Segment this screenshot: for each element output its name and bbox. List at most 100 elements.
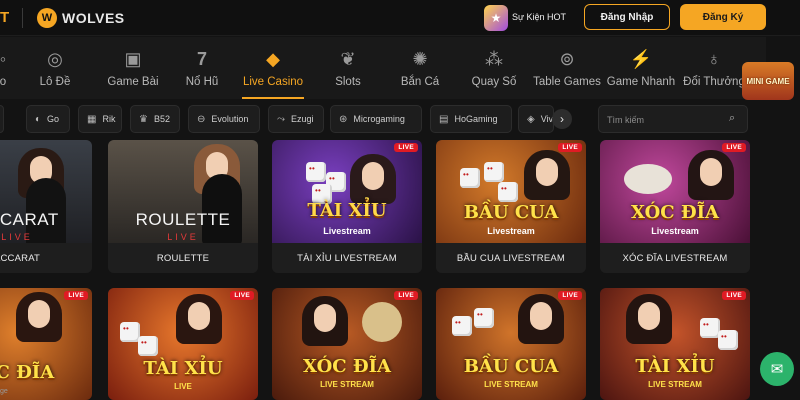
category-label: Bắn Cá [400, 76, 440, 88]
dealer-face [700, 158, 722, 186]
search-box: ⌕ [598, 105, 748, 133]
game-thumbnail: XÓC ĐĨA LIVE STREAM LIVE [272, 288, 422, 400]
provider-partial[interactable] [0, 105, 4, 133]
game-card-bau-cua-livestream[interactable]: BẦU CUA Livestream LIVE BẦU CUA LIVESTRE… [436, 140, 586, 273]
category-no-hu[interactable]: 7 Nổ Hũ [180, 37, 224, 99]
category-label: Quay Số [471, 76, 517, 88]
provider-label: B52 [153, 114, 170, 124]
register-button[interactable]: Đăng Ký [680, 4, 766, 30]
dice-icon [138, 336, 158, 356]
provider-microgaming[interactable]: ⊛ Microgaming [330, 105, 422, 133]
dice-icon [306, 162, 326, 182]
dice-icon [484, 162, 504, 182]
evolution-logo-icon: ⊖ [197, 113, 206, 125]
ezugi-logo-icon: ⤳ [277, 113, 285, 125]
dealer-face [638, 302, 660, 330]
live-badge: LIVE [722, 143, 746, 152]
thumb-subtitle: Livestream [323, 226, 371, 236]
category-game-bai[interactable]: ▣ Game Bài [98, 37, 168, 99]
brand-partial-logo[interactable]: T [0, 9, 9, 26]
search-icon[interactable]: ⌕ [729, 112, 735, 125]
category-partial[interactable]: ◦ o [0, 37, 8, 99]
game-title: ACCARAT [0, 243, 92, 273]
provider-rik[interactable]: ▦ Rik [78, 105, 122, 133]
live-badge: LIVE [230, 291, 254, 300]
chat-support-button[interactable]: ✉ [760, 352, 794, 386]
wolves-logo-icon[interactable]: W [37, 8, 57, 28]
chevron-right-icon: › [560, 112, 564, 126]
category-slots[interactable]: ❦ Slots [330, 37, 366, 99]
game-title: XÓC ĐĨA LIVESTREAM [600, 243, 750, 273]
game-card-tai-xiu-live-stream[interactable]: TÀI XỈU LIVE STREAM LIVE [600, 288, 750, 400]
money-bag-icon: ♁ [707, 49, 721, 69]
game-thumbnail: XÓC ĐĨA Livestream LIVE [600, 140, 750, 243]
provider-label: Go [47, 114, 60, 124]
cards-icon: ▣ [124, 49, 142, 69]
game-card-tai-xiu-livestream[interactable]: TÀI XỈU Livestream LIVE TÀI XỈU LIVESTRE… [272, 140, 422, 273]
game-thumbnail: TÀI XỈU Livestream LIVE [272, 140, 422, 243]
game-card-roulette[interactable]: ROULETTE LIVE ROULETTE [108, 140, 258, 273]
brand-name[interactable]: WOLVES [62, 10, 125, 26]
category-game-nhanh[interactable]: ⚡ Game Nhanh [606, 37, 676, 99]
dealer-face [536, 158, 558, 186]
category-nav: ◦ o ◎ Lô Đề ▣ Game Bài 7 Nổ Hũ ◆ Live Ca… [0, 37, 766, 99]
dealer-face [362, 162, 384, 190]
provider-label: Rik [102, 114, 116, 124]
provider-vivo[interactable]: ◈Vivo [518, 105, 554, 133]
go-logo-icon: ◐ [35, 113, 42, 125]
thumb-subtitle: LIVE STREAM [648, 380, 702, 389]
hogaming-logo-icon: ▤ [439, 113, 449, 125]
category-lo-de[interactable]: ◎ Lô Đề [30, 37, 80, 99]
dealer-face [188, 302, 210, 330]
game-thumbnail: ỐC ĐĨA LIVE [0, 288, 92, 400]
provider-evolution[interactable]: ⊖ Evolution [188, 105, 260, 133]
category-label: Slots [335, 76, 361, 88]
thumb-title: TÀI XỈU [307, 200, 387, 221]
category-label: Đổi Thưởng [683, 76, 745, 88]
hot-event-icon[interactable]: ★ [484, 5, 508, 31]
category-live-casino[interactable]: ◆ Live Casino [240, 37, 306, 99]
category-table-games[interactable]: ⊚ Table Games [532, 37, 602, 99]
plate-icon [362, 302, 402, 342]
category-doi-thuong[interactable]: ♁ Đổi Thưởng [682, 37, 746, 99]
category-label: Nổ Hũ [185, 76, 219, 88]
thumb-subtitle: Livestream [487, 226, 535, 236]
provider-scroll-right-button[interactable]: › [552, 109, 572, 129]
diamond-icon: ◆ [266, 49, 280, 69]
provider-b52[interactable]: ♛ B52 [130, 105, 180, 133]
live-badge: LIVE [558, 143, 582, 152]
provider-ezugi[interactable]: ⤳ Ezugi [268, 105, 324, 133]
login-button[interactable]: Đăng Nhập [584, 4, 670, 30]
search-input[interactable] [607, 112, 725, 128]
category-label: Live Casino [242, 76, 304, 88]
dice-icon [460, 168, 480, 188]
chips-icon: ⊚ [559, 49, 575, 69]
game-card-xoc-dia-partial[interactable]: ỐC ĐĨA LIVE [0, 288, 92, 400]
dice-icon [700, 318, 720, 338]
game-card-tai-xiu-live[interactable]: TÀI XỈU LIVE LIVE [108, 288, 258, 400]
brand-divider [22, 8, 23, 28]
provider-go[interactable]: ◐ Go [26, 105, 70, 133]
category-ban-ca[interactable]: ✺ Bắn Cá [398, 37, 442, 99]
dice-icon [498, 182, 518, 202]
thumb-title: BẦU CUA [463, 356, 559, 377]
game-thumbnail: TÀI XỈU LIVE LIVE [108, 288, 258, 400]
category-label: Table Games [533, 76, 601, 88]
game-card-bau-cua-live-stream[interactable]: BẦU CUA LIVE STREAM LIVE [436, 288, 586, 400]
category-quay-so[interactable]: ⁂ Quay Số [468, 37, 520, 99]
mini-game-button[interactable]: MINI GAME [742, 62, 794, 100]
provider-hogaming[interactable]: ▤ HoGaming [430, 105, 512, 133]
dealer-face [530, 302, 552, 330]
game-card-baccarat[interactable]: ACCARAT LIVE ACCARAT [0, 140, 92, 273]
fish-icon: ✺ [412, 49, 428, 69]
hot-event-link[interactable]: Sự Kiện HOT [512, 12, 566, 22]
thumb-title: ACCARAT [0, 210, 59, 229]
thumb-title: XÓC ĐĨA [630, 202, 720, 223]
game-thumbnail: ROULETTE LIVE [108, 140, 258, 243]
game-card-xoc-dia-livestream[interactable]: XÓC ĐĨA Livestream LIVE XÓC ĐĨA LIVESTRE… [600, 140, 750, 273]
bottom-left-text: ge [0, 388, 8, 395]
thumb-subtitle: LIVE STREAM [484, 380, 538, 389]
game-title: ROULETTE [108, 243, 258, 273]
game-card-xoc-dia-live-stream[interactable]: XÓC ĐĨA LIVE STREAM LIVE [272, 288, 422, 400]
thumb-subtitle: LIVE [167, 232, 199, 242]
